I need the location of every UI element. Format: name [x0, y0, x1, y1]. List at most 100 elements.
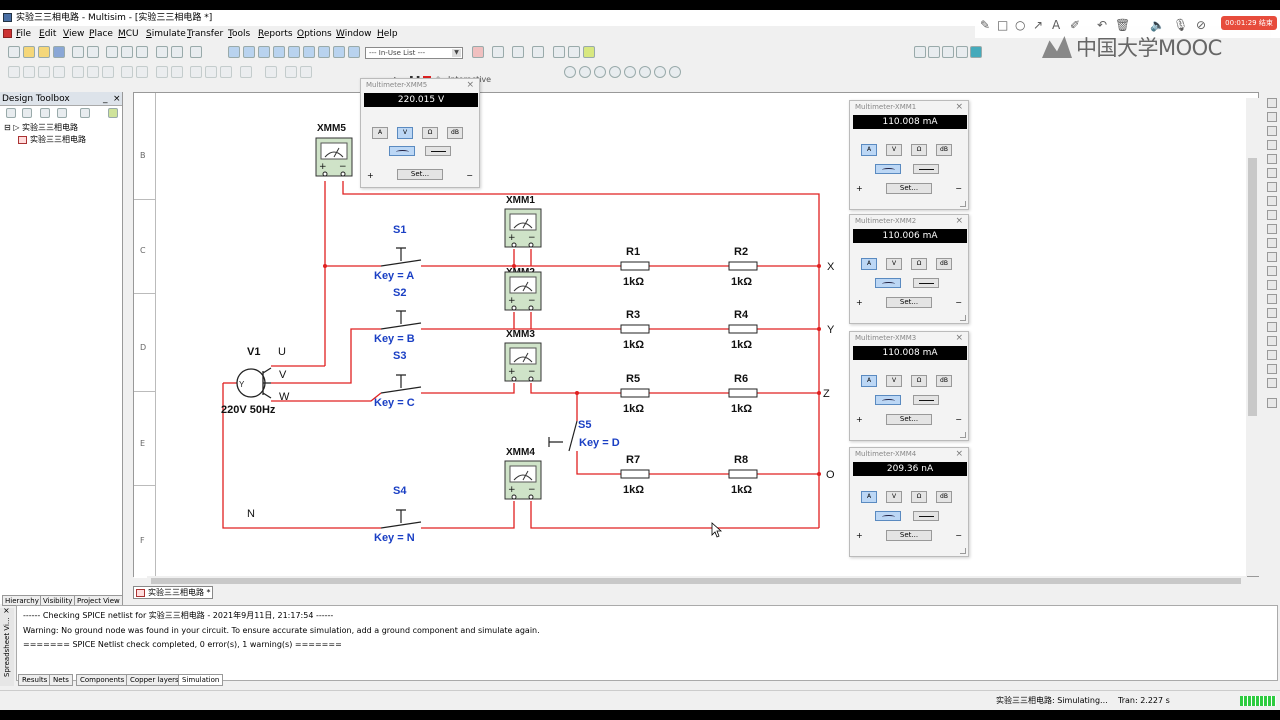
- probe-f-icon[interactable]: [639, 66, 651, 78]
- instrument-ni-elvis-icon[interactable]: [1267, 364, 1277, 374]
- camera-off-icon[interactable]: ⊘: [1196, 18, 1206, 32]
- probe-b-icon[interactable]: [579, 66, 591, 78]
- close-icon[interactable]: ×: [955, 216, 963, 226]
- resistor-r7[interactable]: R7 1kΩ: [620, 454, 650, 496]
- vertical-scroll-thumb[interactable]: [1248, 158, 1257, 416]
- mode-db-button[interactable]: dB: [936, 491, 952, 503]
- ultiboard-icon[interactable]: [348, 46, 360, 58]
- comment-icon[interactable]: [285, 66, 297, 78]
- arc-icon[interactable]: [220, 66, 232, 78]
- sheet-tab[interactable]: 实验三三相电路 *: [133, 586, 213, 599]
- multimeter-panel-xmm3[interactable]: Multimeter-XMM3 × 110.008 mA A V Ω dB + …: [849, 331, 969, 441]
- set-button[interactable]: Set...: [886, 530, 932, 541]
- resize-grip-icon[interactable]: [960, 548, 966, 554]
- dc-button[interactable]: [913, 278, 939, 288]
- mode-v-button[interactable]: V: [397, 127, 413, 139]
- tab-components[interactable]: Components: [76, 674, 129, 686]
- align-bottom-icon[interactable]: [53, 66, 65, 78]
- open-folder-icon[interactable]: [23, 46, 35, 58]
- instrument-counter-icon[interactable]: [1267, 182, 1277, 192]
- close-icon[interactable]: ×: [955, 449, 963, 459]
- microphone-icon[interactable]: 🎙: [1173, 18, 1188, 32]
- mode-ohm-button[interactable]: Ω: [911, 491, 927, 503]
- instrument-icon[interactable]: [532, 46, 544, 58]
- menu-window[interactable]: Window: [336, 26, 372, 42]
- resize-grip-icon[interactable]: [960, 315, 966, 321]
- menu-view[interactable]: View: [63, 26, 84, 42]
- trash-icon[interactable]: 🗑: [1115, 18, 1130, 32]
- mode-v-button[interactable]: V: [886, 258, 902, 270]
- ac-button[interactable]: [875, 511, 901, 521]
- align-left-icon[interactable]: [8, 66, 20, 78]
- menu-place[interactable]: Place: [89, 26, 113, 42]
- database-icon[interactable]: [258, 46, 270, 58]
- multimeter-panel-xmm2[interactable]: Multimeter-XMM2 × 110.006 mA A V Ω dB + …: [849, 214, 969, 324]
- in-use-list-dropdown[interactable]: --- In-Use List --- ▼: [365, 47, 463, 59]
- bus-icon[interactable]: [300, 66, 312, 78]
- instrument-logic-converter-icon[interactable]: [1267, 224, 1277, 234]
- spreadsheet-view-label[interactable]: Spreadsheet Vi...: [0, 608, 14, 686]
- set-button[interactable]: Set...: [397, 169, 443, 180]
- group-icon[interactable]: [121, 66, 133, 78]
- switch-s3[interactable]: S3 Key = C: [374, 350, 422, 409]
- undo-icon[interactable]: [156, 46, 168, 58]
- ac-button[interactable]: [875, 395, 901, 405]
- menu-mcu[interactable]: MCU: [118, 26, 139, 42]
- menu-options[interactable]: Options: [297, 26, 332, 42]
- menu-file[interactable]: File: [16, 26, 31, 42]
- close-icon[interactable]: ×: [466, 80, 474, 90]
- instrument-multimeter-icon[interactable]: [1267, 98, 1277, 108]
- redo-icon[interactable]: [171, 46, 183, 58]
- meter-xmm4[interactable]: XMM4 + −: [504, 447, 542, 500]
- paste-icon[interactable]: [136, 46, 148, 58]
- save-icon[interactable]: [53, 46, 65, 58]
- align-right-icon[interactable]: [23, 66, 35, 78]
- zoom-full-icon[interactable]: [970, 46, 982, 58]
- instrument-spectrum-icon[interactable]: [1267, 266, 1277, 276]
- mode-db-button[interactable]: dB: [447, 127, 463, 139]
- dc-button[interactable]: [425, 146, 451, 156]
- ac-button[interactable]: [875, 278, 901, 288]
- resistor-r8[interactable]: R8 1kΩ: [728, 454, 758, 496]
- new-layer-icon[interactable]: [57, 108, 67, 118]
- ellipse-icon[interactable]: [205, 66, 217, 78]
- resistor-r6[interactable]: R6 1kΩ: [728, 373, 758, 415]
- spreadsheet-icon[interactable]: [228, 46, 240, 58]
- new-hb-icon[interactable]: [40, 108, 50, 118]
- text-icon[interactable]: [156, 66, 168, 78]
- circle-icon[interactable]: ○: [1015, 18, 1025, 32]
- close-icon[interactable]: ×: [955, 333, 963, 343]
- copy-icon[interactable]: [121, 46, 133, 58]
- multimeter-panel-xmm4[interactable]: Multimeter-XMM4 × 209.36 nA A V Ω dB + S…: [849, 447, 969, 557]
- zoom-in-icon[interactable]: [914, 46, 926, 58]
- zoom-fit-icon[interactable]: [956, 46, 968, 58]
- probe-icon[interactable]: [472, 46, 484, 58]
- ammeter-icon[interactable]: [492, 46, 504, 58]
- new-sheet-icon[interactable]: [6, 108, 16, 118]
- menu-tools[interactable]: Tools: [228, 26, 250, 42]
- square-icon[interactable]: □: [997, 18, 1008, 32]
- instrument-current-probe-icon[interactable]: [1267, 378, 1277, 388]
- component-wizard-icon[interactable]: [273, 46, 285, 58]
- new-sub-icon[interactable]: [22, 108, 32, 118]
- expand-icon[interactable]: ⊟ ▷: [4, 123, 22, 132]
- mode-a-button[interactable]: A: [861, 375, 877, 387]
- probe-g-icon[interactable]: [654, 66, 666, 78]
- voltmeter-icon[interactable]: [512, 46, 524, 58]
- mode-db-button[interactable]: dB: [936, 144, 952, 156]
- resistor-r1[interactable]: R1 1kΩ: [620, 246, 650, 288]
- text-tool-icon[interactable]: A: [1052, 18, 1060, 32]
- close-icon[interactable]: ×: [3, 606, 10, 615]
- rectangle-icon[interactable]: [190, 66, 202, 78]
- schematic-sheet[interactable]: Y V1 220V 50Hz U V W N X Y Z O S1 Key = …: [156, 93, 1242, 578]
- multimeter-panel-xmm1[interactable]: Multimeter-XMM1 × 110.008 mA A V Ω dB + …: [849, 100, 969, 210]
- instrument-word-gen-icon[interactable]: [1267, 196, 1277, 206]
- multimeter-panel-xmm5[interactable]: Multimeter-XMM5 × 220.015 V A V Ω dB + S…: [360, 78, 480, 188]
- resistor-r2[interactable]: R2 1kΩ: [728, 246, 758, 288]
- mode-db-button[interactable]: dB: [936, 258, 952, 270]
- rotate-icon[interactable]: [102, 66, 114, 78]
- speaker-icon[interactable]: 🔈: [1150, 18, 1165, 32]
- meter-xmm5[interactable]: XMM5 + −: [315, 123, 353, 177]
- probe-d-icon[interactable]: [609, 66, 621, 78]
- mode-ohm-button[interactable]: Ω: [911, 258, 927, 270]
